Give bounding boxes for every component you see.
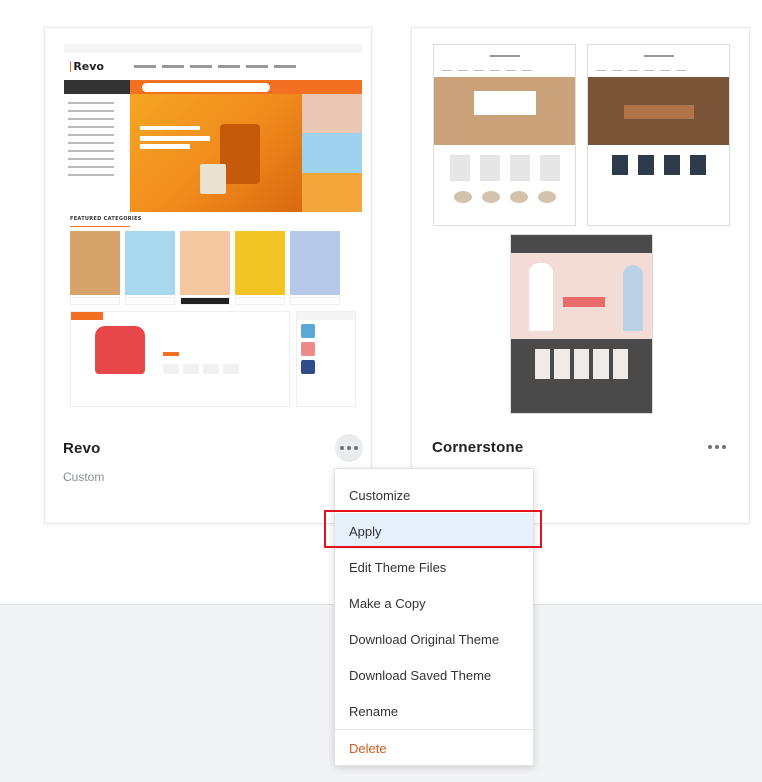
revo-logo: Revo <box>70 59 104 73</box>
theme-options-menu: Customize Apply Edit Theme Files Make a … <box>334 468 534 766</box>
menu-item-make-a-copy[interactable]: Make a Copy <box>335 585 533 621</box>
theme-card-revo[interactable]: Revo FEATURED CATEGORIES Revo Custom <box>45 28 371 523</box>
cornerstone-more-options-button[interactable] <box>703 433 731 461</box>
more-horizontal-icon <box>340 446 358 450</box>
cornerstone-preview-bold[interactable] <box>510 234 653 414</box>
more-horizontal-icon <box>708 445 726 449</box>
theme-subtitle-revo: Custom <box>63 470 105 484</box>
menu-item-rename[interactable]: Rename <box>335 693 533 729</box>
cornerstone-preview-warm[interactable] <box>587 44 730 226</box>
menu-item-edit-theme-files[interactable]: Edit Theme Files <box>335 549 533 585</box>
revo-category-row <box>64 231 362 305</box>
menu-item-delete[interactable]: Delete <box>335 730 533 766</box>
theme-name-cornerstone: Cornerstone <box>432 439 524 456</box>
menu-item-download-original-theme[interactable]: Download Original Theme <box>335 621 533 657</box>
theme-preview-revo[interactable]: Revo FEATURED CATEGORIES <box>64 44 362 444</box>
theme-name-revo: Revo <box>63 440 101 457</box>
menu-item-download-saved-theme[interactable]: Download Saved Theme <box>335 657 533 693</box>
menu-item-apply[interactable]: Apply <box>335 513 533 549</box>
revo-hero-banner <box>130 94 302 212</box>
featured-categories-heading: FEATURED CATEGORIES <box>70 216 142 222</box>
cornerstone-preview-light[interactable] <box>433 44 576 226</box>
revo-more-options-button[interactable] <box>335 434 363 462</box>
theme-card-cornerstone[interactable]: Cornerstone <box>412 28 749 523</box>
menu-item-customize[interactable]: Customize <box>335 477 533 513</box>
